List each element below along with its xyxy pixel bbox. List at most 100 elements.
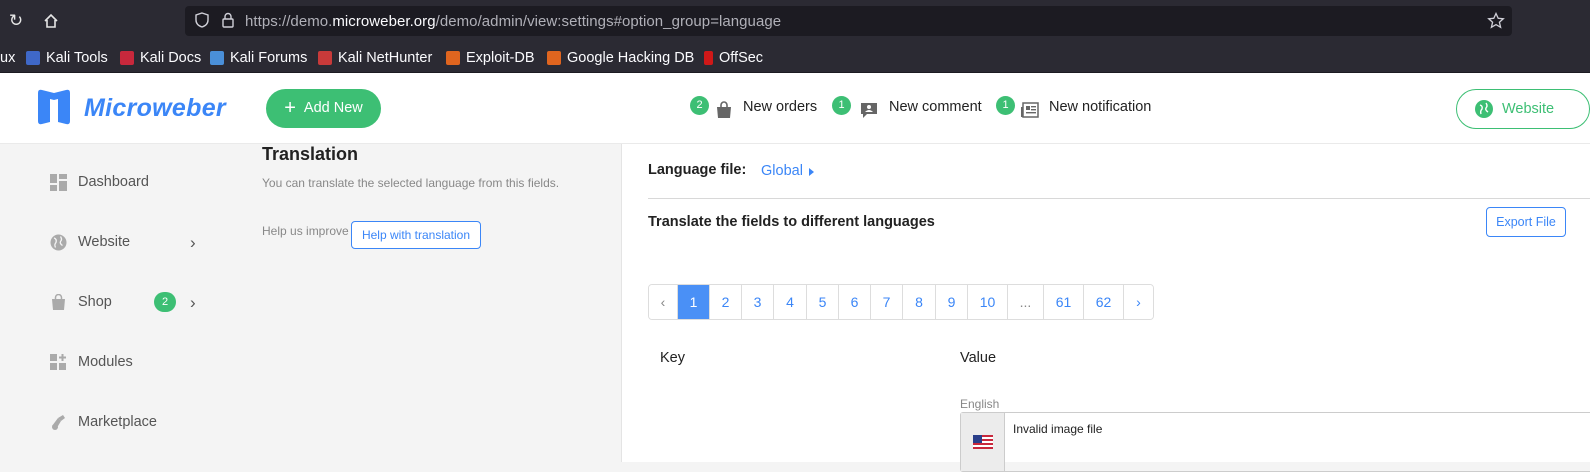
page-prev[interactable]: ‹ xyxy=(649,285,678,319)
shop-count-badge: 2 xyxy=(154,292,176,312)
orders-count-badge: 2 xyxy=(690,96,709,115)
dashboard-icon xyxy=(50,173,67,191)
help-with-translation-button[interactable]: Help with translation xyxy=(351,221,481,249)
sidebar-item-label: Dashboard xyxy=(78,174,149,190)
page-link[interactable]: 8 xyxy=(903,285,936,319)
marketplace-icon xyxy=(52,414,65,430)
bookmark-label: Exploit-DB xyxy=(466,50,535,66)
url-path: /demo/admin/view:settings#option_group=l… xyxy=(435,13,782,30)
add-new-label: Add New xyxy=(303,100,363,116)
globe-icon xyxy=(50,234,67,250)
export-file-button[interactable]: Export File xyxy=(1486,207,1566,237)
kali-forums-icon xyxy=(210,51,224,65)
sidebar-item-shop[interactable]: Shop xyxy=(50,291,112,313)
bookmark-google-hacking-db[interactable]: Google Hacking DB xyxy=(547,49,694,67)
language-file-label: Language file: xyxy=(648,162,747,178)
url-bar[interactable]: https://demo.microweber.org/demo/admin/v… xyxy=(185,6,1512,36)
bookmark-offsec[interactable]: OffSec xyxy=(704,49,763,67)
translation-description: You can translate the selected language … xyxy=(262,176,560,190)
page-link[interactable]: 6 xyxy=(839,285,871,319)
sidebar-item-dashboard[interactable]: Dashboard xyxy=(50,171,149,193)
page-link[interactable]: 9 xyxy=(936,285,968,319)
page-link[interactable]: 7 xyxy=(871,285,903,319)
exploit-db-icon xyxy=(446,51,460,65)
kali-nethunter-icon xyxy=(318,51,332,65)
bookmark-kali-nethunter[interactable]: Kali NetHunter xyxy=(318,49,432,67)
translation-value-text[interactable]: Invalid image file xyxy=(1013,422,1102,436)
website-button[interactable]: Website xyxy=(1456,89,1590,129)
star-icon[interactable] xyxy=(1487,11,1505,30)
page-link[interactable]: 5 xyxy=(807,285,839,319)
page-next[interactable]: › xyxy=(1124,285,1153,319)
reload-icon[interactable]: ↻ xyxy=(4,9,28,33)
url-text[interactable]: https://demo.microweber.org/demo/admin/v… xyxy=(245,13,781,30)
notification-label: New notification xyxy=(1049,99,1152,115)
shopping-bag-icon xyxy=(717,101,731,118)
shield-icon[interactable] xyxy=(193,12,211,30)
page-link[interactable]: 10 xyxy=(968,285,1008,319)
bookmark-label: Kali Docs xyxy=(140,50,202,66)
sidebar-item-label: Marketplace xyxy=(78,414,157,430)
globe-icon xyxy=(1475,100,1493,118)
divider xyxy=(648,198,1590,199)
add-new-button[interactable]: + Add New xyxy=(266,89,381,128)
sidebar-item-label: Modules xyxy=(78,354,133,370)
us-flag-icon xyxy=(973,435,993,449)
sidebar-item-marketplace[interactable]: Marketplace xyxy=(50,411,157,433)
sidebar-item-modules[interactable]: Modules xyxy=(50,351,133,373)
page-ellipsis: ... xyxy=(1008,285,1044,319)
notification-count-badge: 1 xyxy=(996,96,1015,115)
section-title: Translate the fields to different langua… xyxy=(648,214,935,230)
orders-label: New orders xyxy=(743,99,818,115)
page-link[interactable]: 1 xyxy=(678,285,710,319)
page-link[interactable]: 2 xyxy=(710,285,742,319)
lock-icon[interactable] xyxy=(219,12,237,30)
newspaper-icon xyxy=(1021,102,1039,118)
kali-tools-icon xyxy=(26,51,40,65)
language-file-dropdown[interactable]: Global xyxy=(761,163,803,179)
bookmark-kali-docs[interactable]: Kali Docs xyxy=(120,49,201,67)
website-label: Website xyxy=(1502,101,1555,117)
sidebar-item-website[interactable]: Website xyxy=(50,231,130,253)
logo-text: Microweber xyxy=(84,93,226,122)
language-name: English xyxy=(960,397,1000,411)
kali-docs-icon xyxy=(120,51,134,65)
page-link[interactable]: 62 xyxy=(1084,285,1124,319)
app-header: Microweber + Add New 2 New orders 1 New c… xyxy=(0,73,1590,144)
translation-panel: Language file: Global Translate the fiel… xyxy=(622,144,1590,472)
url-prefix: https://demo. xyxy=(245,13,333,30)
page-link[interactable]: 61 xyxy=(1044,285,1084,319)
bookmarks-bar: ux Kali Tools Kali Docs Kali Forums Kali… xyxy=(0,42,1590,73)
google-hacking-db-icon xyxy=(547,51,561,65)
microweber-logo-icon xyxy=(38,89,70,125)
caret-right-icon[interactable] xyxy=(809,168,814,176)
flag-addon xyxy=(961,413,1005,471)
plus-icon: + xyxy=(284,97,296,119)
home-icon[interactable] xyxy=(39,9,63,33)
bookmark-ux[interactable]: ux xyxy=(0,49,15,67)
bookmark-kali-tools[interactable]: Kali Tools xyxy=(26,49,108,67)
chevron-right-icon[interactable]: › xyxy=(190,293,196,313)
page-link[interactable]: 4 xyxy=(774,285,807,319)
column-header-value: Value xyxy=(960,350,997,366)
translation-field[interactable]: Invalid image file xyxy=(960,412,1590,472)
comment-count-badge: 1 xyxy=(832,96,851,115)
bookmark-kali-forums[interactable]: Kali Forums xyxy=(210,49,307,67)
comment-icon xyxy=(861,103,877,118)
bookmark-label: OffSec xyxy=(719,50,764,66)
sidebar: Dashboard Website › Shop 2 › Modules Mar… xyxy=(0,144,240,462)
bookmark-label: Google Hacking DB xyxy=(567,50,695,66)
bookmark-label: Kali Tools xyxy=(46,50,108,66)
modules-icon xyxy=(50,353,66,370)
chevron-right-icon[interactable]: › xyxy=(190,233,196,253)
help-label: Help us improve xyxy=(262,224,349,238)
offsec-icon xyxy=(704,51,713,65)
logo[interactable]: Microweber xyxy=(34,87,226,129)
sidebar-item-label: Website xyxy=(78,234,131,250)
translation-title: Translation xyxy=(262,144,359,164)
column-header-key: Key xyxy=(660,350,685,366)
bookmark-exploit-db[interactable]: Exploit-DB xyxy=(446,49,535,67)
page-link[interactable]: 3 xyxy=(742,285,774,319)
comment-label: New comment xyxy=(889,99,982,115)
pagination: ‹ 1 2 3 4 5 6 7 8 9 10 ... 61 62 › xyxy=(648,284,1154,320)
